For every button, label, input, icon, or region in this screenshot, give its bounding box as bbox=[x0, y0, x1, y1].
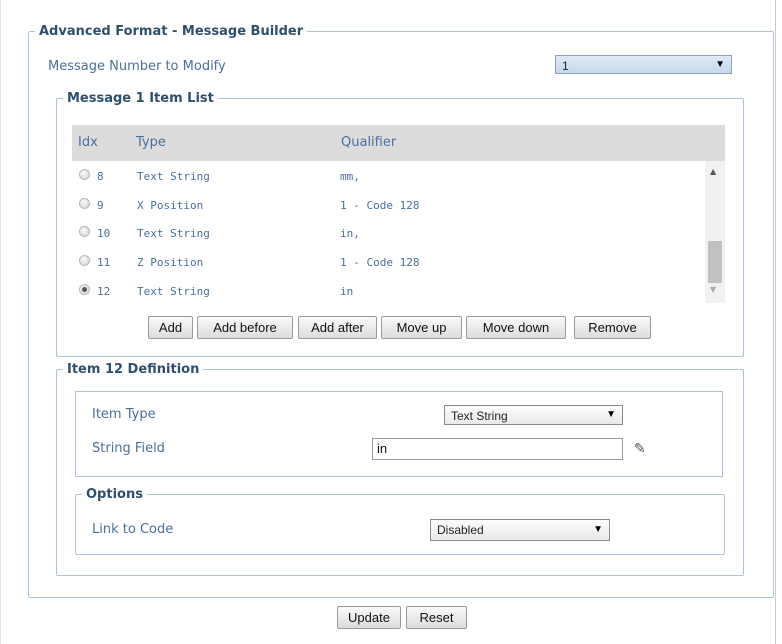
dropdown-arrow-icon: ▼ bbox=[715, 59, 725, 70]
scrollbar-thumb[interactable] bbox=[708, 241, 722, 283]
string-field-label: String Field bbox=[92, 441, 165, 456]
row-qualifier: 1 - Code 128 bbox=[340, 199, 420, 212]
item-list-legend: Message 1 Item List bbox=[67, 91, 214, 106]
row-qualifier: in, bbox=[340, 227, 360, 240]
remove-button[interactable]: Remove bbox=[574, 316, 651, 339]
item-table-body: 8 Text String mm, 9 X Position 1 - Code … bbox=[72, 161, 705, 303]
table-row[interactable]: 11 Z Position 1 - Code 128 bbox=[72, 247, 705, 275]
options-legend: Options bbox=[86, 487, 143, 502]
table-row[interactable]: 9 X Position 1 - Code 128 bbox=[72, 190, 705, 218]
move-down-button[interactable]: Move down bbox=[466, 316, 566, 339]
row-qualifier: mm, bbox=[340, 170, 360, 183]
row-idx: 10 bbox=[97, 227, 111, 240]
column-header-qualifier: Qualifier bbox=[341, 135, 397, 150]
row-idx: 8 bbox=[97, 170, 104, 183]
row-type: Text String bbox=[137, 285, 210, 298]
string-field-input[interactable]: in bbox=[372, 438, 623, 460]
dropdown-arrow-icon: ▼ bbox=[593, 524, 603, 535]
message-number-select[interactable]: 1 ▼ bbox=[555, 55, 732, 74]
arrow-up-icon[interactable]: ▲ bbox=[710, 167, 716, 176]
message-number-value: 1 bbox=[562, 59, 569, 73]
row-idx: 11 bbox=[97, 256, 111, 269]
add-after-button[interactable]: Add after bbox=[298, 316, 377, 339]
column-header-type: Type bbox=[136, 135, 166, 150]
row-radio[interactable] bbox=[79, 198, 90, 209]
item-type-label: Item Type bbox=[92, 407, 156, 422]
arrow-down-icon[interactable]: ▼ bbox=[710, 285, 716, 294]
row-radio[interactable] bbox=[79, 226, 90, 237]
link-to-code-label: Link to Code bbox=[92, 522, 174, 537]
link-to-code-select[interactable]: Disabled ▼ bbox=[430, 519, 610, 541]
column-header-idx: Idx bbox=[78, 135, 98, 150]
row-radio[interactable] bbox=[79, 169, 90, 180]
row-radio[interactable] bbox=[79, 255, 90, 266]
item-definition-inner-box bbox=[75, 391, 723, 477]
pencil-icon[interactable]: ✎ bbox=[634, 441, 646, 457]
update-button[interactable]: Update bbox=[337, 606, 401, 629]
move-up-button[interactable]: Move up bbox=[381, 316, 462, 339]
item-table-header: Idx Type Qualifier bbox=[72, 125, 725, 161]
reset-button[interactable]: Reset bbox=[406, 606, 467, 629]
row-qualifier: in bbox=[340, 285, 354, 298]
table-row[interactable]: 12 Text String in bbox=[72, 276, 705, 303]
item-type-value: Text String bbox=[451, 409, 508, 423]
add-button[interactable]: Add bbox=[148, 316, 193, 339]
item-type-select[interactable]: Text String ▼ bbox=[444, 405, 623, 425]
row-idx: 12 bbox=[97, 285, 111, 298]
options-panel: Options bbox=[75, 487, 725, 555]
item-definition-legend: Item 12 Definition bbox=[67, 362, 200, 377]
dropdown-arrow-icon: ▼ bbox=[606, 409, 616, 420]
message-number-label: Message Number to Modify bbox=[48, 59, 226, 74]
table-row[interactable]: 8 Text String mm, bbox=[72, 161, 705, 189]
row-qualifier: 1 - Code 128 bbox=[340, 256, 420, 269]
table-row[interactable]: 10 Text String in, bbox=[72, 218, 705, 246]
row-idx: 9 bbox=[97, 199, 104, 212]
row-type: Z Position bbox=[137, 256, 204, 269]
row-radio-selected[interactable] bbox=[79, 284, 90, 295]
item-table-scrollbar[interactable]: ▲ ▼ bbox=[705, 161, 725, 303]
row-type: Text String bbox=[137, 227, 210, 240]
link-to-code-value: Disabled bbox=[437, 523, 484, 537]
row-type: X Position bbox=[137, 199, 204, 212]
row-type: Text String bbox=[137, 170, 210, 183]
add-before-button[interactable]: Add before bbox=[197, 316, 293, 339]
message-builder-legend: Advanced Format - Message Builder bbox=[39, 24, 304, 39]
